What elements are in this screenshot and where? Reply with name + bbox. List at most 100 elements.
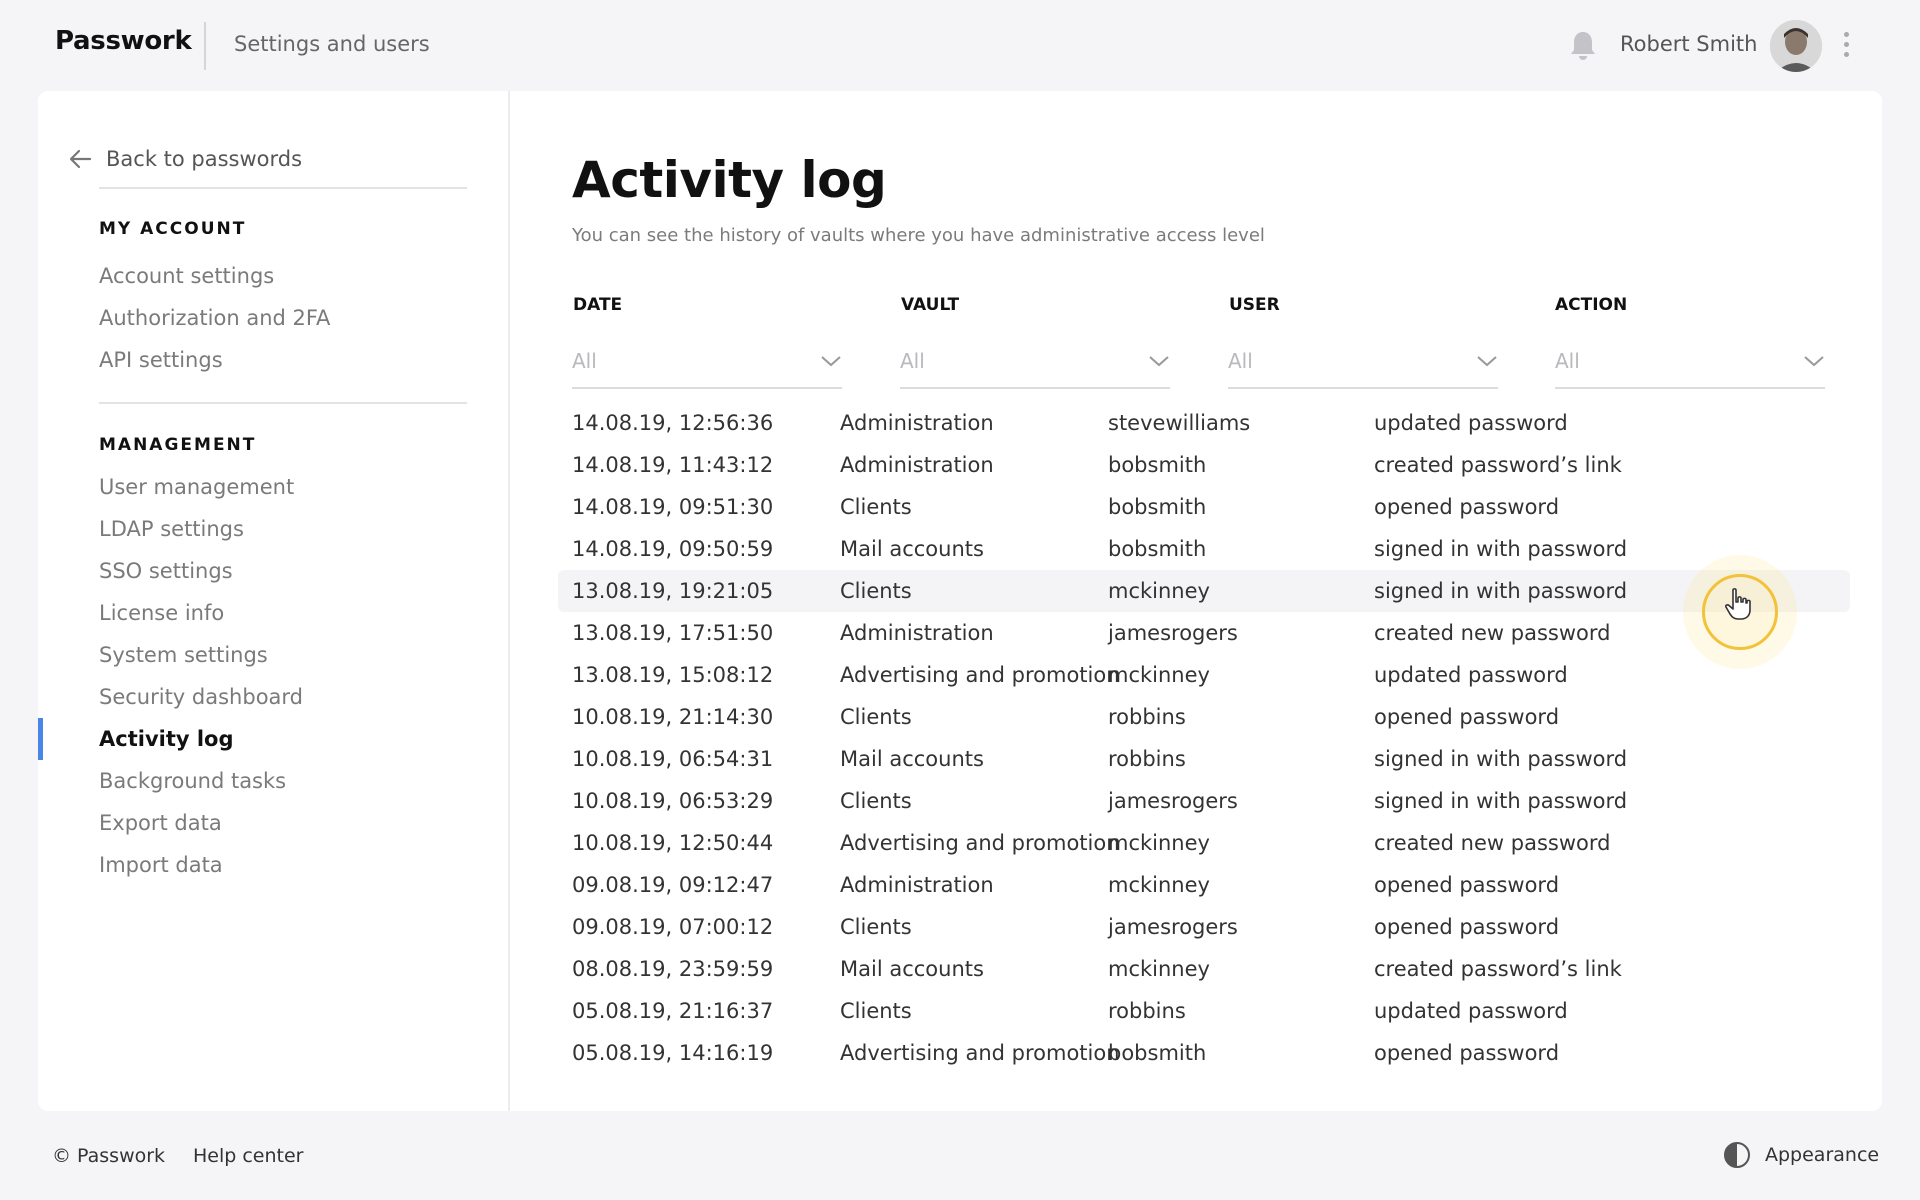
sidebar-item-ldap-settings[interactable]: LDAP settings (99, 508, 303, 550)
sidebar-item-export-data[interactable]: Export data (99, 802, 303, 844)
cell-date: 10.08.19, 06:53:29 (572, 789, 774, 813)
action-filter-select[interactable]: All (1555, 339, 1825, 389)
cell-user: bobsmith (1108, 537, 1207, 561)
back-to-passwords-link[interactable]: Back to passwords (68, 146, 302, 172)
table-row[interactable]: 13.08.19, 15:08:12 Advertising and promot… (558, 654, 1850, 696)
cell-action: opened password (1374, 915, 1560, 939)
sidebar-item-authorization-2fa[interactable]: Authorization and 2FA (99, 297, 330, 339)
contrast-icon (1724, 1142, 1750, 1168)
section-title-management: MANAGEMENT (99, 435, 257, 455)
top-bar: Passwork Settings and users Robert Smith (0, 0, 1920, 90)
table-row[interactable]: 08.08.19, 23:59:59 Mail accounts mckinney c… (558, 948, 1850, 990)
cell-vault: Administration (840, 411, 994, 435)
kebab-menu-icon[interactable] (1838, 32, 1854, 62)
cell-user: mckinney (1108, 873, 1210, 897)
table-row[interactable]: 10.08.19, 06:53:29 Clients jamesrogers sign… (558, 780, 1850, 822)
cell-vault: Advertising and promotion (840, 663, 1120, 687)
header-subtitle: Settings and users (234, 32, 430, 56)
sidebar-item-sso-settings[interactable]: SSO settings (99, 550, 303, 592)
cell-date: 14.08.19, 09:50:59 (572, 537, 774, 561)
cell-vault: Clients (840, 495, 912, 519)
my-account-nav: Account settings Authorization and 2FA A… (99, 255, 330, 381)
page-subtitle: You can see the history of vaults where … (572, 225, 1265, 246)
table-row[interactable]: 13.08.19, 19:21:05 Clients mckinney signed … (558, 570, 1850, 612)
cell-date: 10.08.19, 06:54:31 (572, 747, 774, 771)
filter-value: All (900, 349, 925, 373)
management-nav: User management LDAP settings SSO settin… (99, 466, 303, 886)
cell-date: 09.08.19, 09:12:47 (572, 873, 774, 897)
cell-user: stevewilliams (1108, 411, 1251, 435)
sidebar-item-license-info[interactable]: License info (99, 592, 303, 634)
header-divider (204, 22, 206, 70)
sidebar-item-import-data[interactable]: Import data (99, 844, 303, 886)
sidebar-item-security-dashboard[interactable]: Security dashboard (99, 676, 303, 718)
cell-action: created password’s link (1374, 453, 1622, 477)
table-row[interactable]: 14.08.19, 11:43:12 Administration bobsmith… (558, 444, 1850, 486)
cell-user: mckinney (1108, 663, 1210, 687)
table-row[interactable]: 10.08.19, 12:50:44 Advertising and promot… (558, 822, 1850, 864)
bell-icon[interactable] (1568, 30, 1598, 62)
chevron-down-icon (821, 356, 841, 367)
table-row[interactable]: 05.08.19, 21:16:37 Clients robbins updated … (558, 990, 1850, 1032)
vault-filter-select[interactable]: All (900, 339, 1170, 389)
cell-date: 13.08.19, 15:08:12 (572, 663, 774, 687)
cell-action: signed in with password (1374, 747, 1628, 771)
cell-action: opened password (1374, 495, 1560, 519)
app-logo[interactable]: Passwork (55, 26, 192, 56)
arrow-left-icon (69, 149, 92, 169)
cell-action: signed in with password (1374, 579, 1628, 603)
date-filter-select[interactable]: All (572, 339, 842, 389)
cell-action: signed in with password (1374, 789, 1628, 813)
table-row[interactable]: 10.08.19, 21:14:30 Clients robbins opened p… (558, 696, 1850, 738)
cell-vault: Mail accounts (840, 747, 984, 771)
column-header-action: ACTION (1555, 295, 1628, 315)
divider (99, 187, 467, 189)
cell-date: 10.08.19, 12:50:44 (572, 831, 774, 855)
table-row[interactable]: 05.08.19, 14:16:19 Advertising and promot… (558, 1032, 1850, 1074)
sidebar-item-user-management[interactable]: User management (99, 466, 303, 508)
appearance-toggle[interactable]: Appearance (1723, 1141, 1879, 1169)
cell-action: created new password (1374, 831, 1611, 855)
cell-vault: Administration (840, 453, 994, 477)
table-row[interactable]: 10.08.19, 06:54:31 Mail accounts robbins si… (558, 738, 1850, 780)
cell-user: bobsmith (1108, 453, 1207, 477)
appearance-label: Appearance (1765, 1144, 1880, 1166)
sidebar-item-api-settings[interactable]: API settings (99, 339, 330, 381)
filter-value: All (1228, 349, 1253, 373)
cell-user: jamesrogers (1108, 915, 1238, 939)
cell-date: 08.08.19, 23:59:59 (572, 957, 774, 981)
table-row[interactable]: 09.08.19, 09:12:47 Administration mckinney… (558, 864, 1850, 906)
table-row[interactable]: 09.08.19, 07:00:12 Clients jamesrogers open… (558, 906, 1850, 948)
cell-date: 14.08.19, 09:51:30 (572, 495, 774, 519)
cell-vault: Clients (840, 579, 912, 603)
cell-user: mckinney (1108, 579, 1210, 603)
cell-vault: Advertising and promotion (840, 1041, 1120, 1065)
user-filter-select[interactable]: All (1228, 339, 1498, 389)
settings-card: Back to passwords MY ACCOUNT Account set… (38, 91, 1882, 1111)
cell-date: 14.08.19, 12:56:36 (572, 411, 774, 435)
back-label: Back to passwords (106, 147, 303, 171)
avatar[interactable] (1770, 20, 1822, 72)
sidebar-item-account-settings[interactable]: Account settings (99, 255, 330, 297)
cell-user: robbins (1108, 747, 1186, 771)
table-row[interactable]: 14.08.19, 12:56:36 Administration stevewil… (558, 402, 1850, 444)
table-row[interactable]: 13.08.19, 17:51:50 Administration jamesrog… (558, 612, 1850, 654)
cell-action: signed in with password (1374, 537, 1628, 561)
cell-vault: Mail accounts (840, 957, 984, 981)
section-title-my-account: MY ACCOUNT (99, 219, 247, 239)
page-title: Activity log (572, 151, 887, 209)
main-content: Activity log You can see the history of … (510, 91, 1882, 1111)
user-name[interactable]: Robert Smith (1620, 32, 1757, 56)
table-row[interactable]: 14.08.19, 09:51:30 Clients bobsmith opened … (558, 486, 1850, 528)
cell-action: updated password (1374, 411, 1568, 435)
sidebar-item-background-tasks[interactable]: Background tasks (99, 760, 303, 802)
cell-action: opened password (1374, 705, 1560, 729)
chevron-down-icon (1477, 356, 1497, 367)
sidebar-item-system-settings[interactable]: System settings (99, 634, 303, 676)
column-header-user: USER (1229, 295, 1280, 315)
sidebar-item-activity-log[interactable]: Activity log (99, 718, 303, 760)
help-center-link[interactable]: Help center (193, 1145, 303, 1167)
cell-action: updated password (1374, 663, 1568, 687)
table-row[interactable]: 14.08.19, 09:50:59 Mail accounts bobsmith s… (558, 528, 1850, 570)
filter-value: All (572, 349, 597, 373)
